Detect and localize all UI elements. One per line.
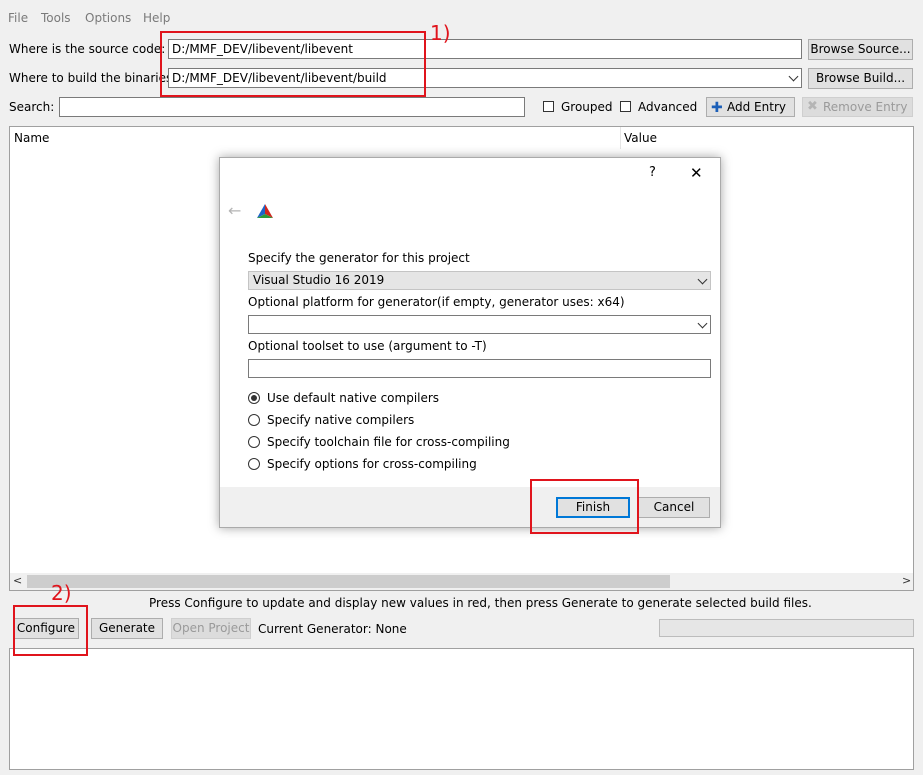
- add-entry-label: Add Entry: [727, 100, 786, 114]
- add-entry-button[interactable]: ✚ Add Entry: [706, 97, 795, 117]
- radio-default-compilers-label[interactable]: Use default native compilers: [267, 391, 439, 405]
- generator-value: Visual Studio 16 2019: [253, 273, 385, 287]
- generator-combo[interactable]: Visual Studio 16 2019: [248, 271, 711, 290]
- remove-entry-label: Remove Entry: [823, 100, 908, 114]
- generator-dialog: ? ✕ ← Specify the generator for this pro…: [219, 157, 721, 528]
- current-generator: Current Generator: None: [258, 622, 407, 636]
- column-divider: [620, 127, 621, 149]
- cancel-button[interactable]: Cancel: [638, 497, 710, 518]
- advanced-label: Advanced: [638, 100, 698, 114]
- source-label: Where is the source code:: [9, 42, 166, 56]
- scrollbar-thumb[interactable]: [27, 575, 670, 588]
- grouped-label: Grouped: [561, 100, 613, 114]
- radio-default-compilers[interactable]: [248, 392, 260, 404]
- column-header-name[interactable]: Name: [14, 131, 49, 145]
- progress-bar: [659, 619, 914, 637]
- menu-options[interactable]: Options: [85, 11, 131, 25]
- close-icon[interactable]: ✕: [690, 164, 703, 182]
- radio-cross-compiling-label[interactable]: Specify options for cross-compiling: [267, 457, 477, 471]
- menu-tools[interactable]: Tools: [41, 11, 71, 25]
- radio-native-compilers-label[interactable]: Specify native compilers: [267, 413, 414, 427]
- open-project-button[interactable]: Open Project: [171, 618, 251, 639]
- horizontal-scrollbar[interactable]: < >: [10, 573, 913, 590]
- chevron-down-icon: [697, 274, 708, 285]
- platform-combo[interactable]: [248, 315, 711, 334]
- scroll-left-icon[interactable]: <: [13, 574, 22, 587]
- platform-label: Optional platform for generator(if empty…: [248, 295, 625, 309]
- radio-cross-compiling[interactable]: [248, 458, 260, 470]
- annotation-label-1: 1): [430, 21, 451, 45]
- plus-icon: ✚: [711, 100, 723, 116]
- browse-build-button[interactable]: Browse Build...: [808, 68, 913, 89]
- column-header-value[interactable]: Value: [624, 131, 657, 145]
- search-label: Search:: [9, 100, 55, 114]
- build-label: Where to build the binaries:: [9, 71, 177, 85]
- toolset-input[interactable]: [248, 359, 711, 378]
- dialog-footer: Finish Cancel: [220, 487, 720, 527]
- generate-button[interactable]: Generate: [91, 618, 163, 639]
- output-log[interactable]: [9, 648, 914, 770]
- radio-native-compilers[interactable]: [248, 414, 260, 426]
- remove-entry-button[interactable]: ✖ Remove Entry: [802, 97, 913, 117]
- search-input[interactable]: [59, 97, 525, 117]
- annotation-label-2: 2): [51, 581, 72, 605]
- toolset-label: Optional toolset to use (argument to -T): [248, 339, 487, 353]
- browse-source-button[interactable]: Browse Source...: [808, 39, 913, 60]
- radio-toolchain-file[interactable]: [248, 436, 260, 448]
- remove-icon: ✖: [807, 99, 818, 114]
- annotation-box-finish: [530, 479, 639, 534]
- annotation-box-configure: [13, 605, 88, 656]
- status-hint: Press Configure to update and display ne…: [149, 596, 812, 610]
- menu-help[interactable]: Help: [143, 11, 170, 25]
- generator-label: Specify the generator for this project: [248, 251, 470, 265]
- chevron-down-icon: [697, 318, 708, 329]
- grouped-checkbox[interactable]: [543, 101, 554, 112]
- menu-file[interactable]: File: [8, 11, 28, 25]
- cmake-logo-icon: [257, 204, 273, 218]
- scroll-right-icon[interactable]: >: [902, 574, 911, 587]
- help-icon[interactable]: ?: [649, 165, 656, 180]
- back-arrow-icon[interactable]: ←: [228, 201, 241, 220]
- advanced-checkbox[interactable]: [620, 101, 631, 112]
- radio-toolchain-file-label[interactable]: Specify toolchain file for cross-compili…: [267, 435, 510, 449]
- annotation-box-paths: [160, 31, 426, 97]
